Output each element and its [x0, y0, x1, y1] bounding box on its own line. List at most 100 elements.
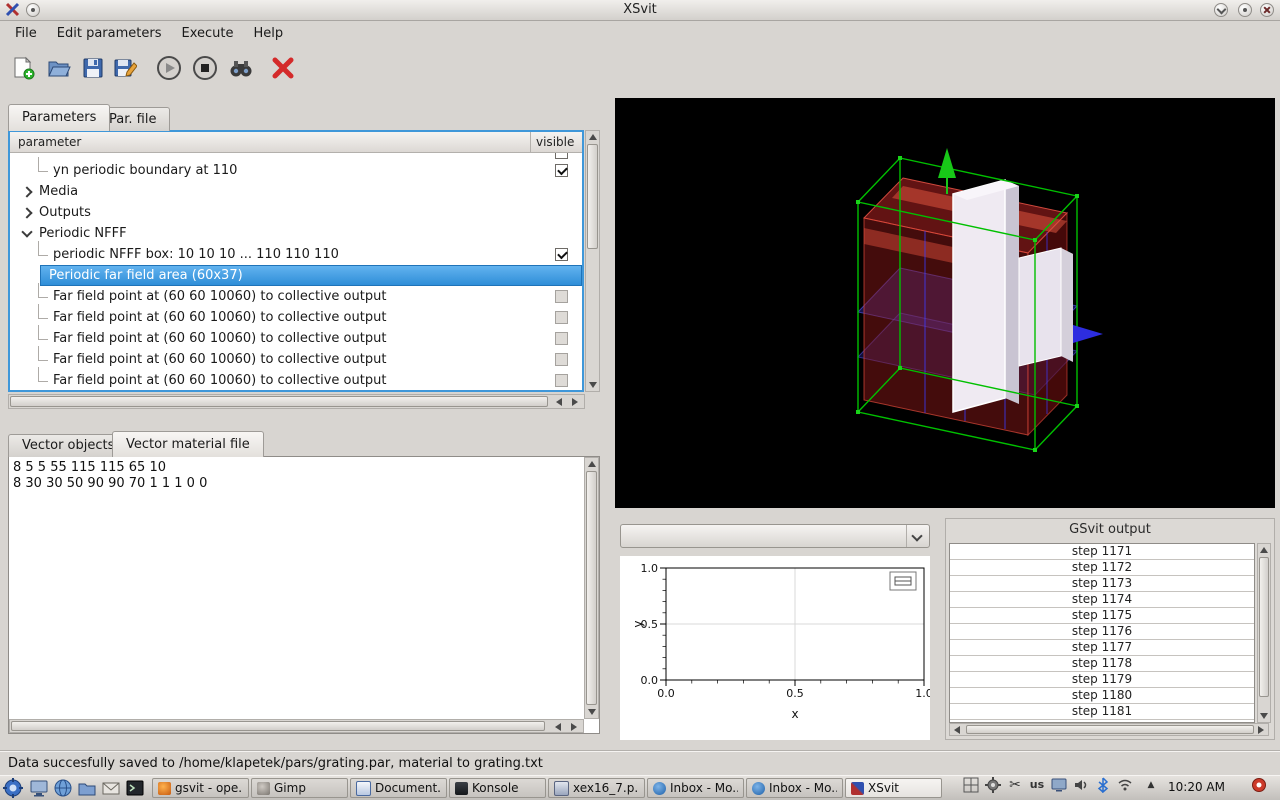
- stop-icon[interactable]: [190, 53, 220, 83]
- scroll-down-icon[interactable]: [1260, 713, 1268, 719]
- tree-hscrollbar-thumb[interactable]: [10, 396, 548, 407]
- tray-wifi-icon[interactable]: [1116, 776, 1134, 794]
- tray-expand-arrow-icon[interactable]: ▲: [1142, 776, 1160, 794]
- output-selector-combobox[interactable]: [620, 524, 930, 548]
- taskbar-button-xex-file[interactable]: xex16_7.p...: [548, 778, 645, 798]
- checkbox-unchecked[interactable]: [555, 374, 568, 387]
- tray-app-icon[interactable]: [1250, 776, 1268, 794]
- show-desktop-icon[interactable]: [29, 778, 49, 798]
- maximize-button[interactable]: [1238, 3, 1252, 17]
- tab-parameters[interactable]: Parameters: [8, 104, 110, 131]
- scroll-right-icon[interactable]: [571, 723, 577, 731]
- tree-hscrollbar[interactable]: [8, 394, 585, 409]
- taskbar-button-gsvit-file[interactable]: gsvit - ope...: [152, 778, 249, 798]
- checkbox-partial[interactable]: [555, 153, 568, 159]
- vector-material-textarea[interactable]: 8 5 5 55 115 115 65 10 8 30 30 50 90 90 …: [8, 456, 600, 734]
- tree-row-selected-far-field-area[interactable]: Periodic far field area (60x37): [40, 265, 582, 286]
- tree-row-media[interactable]: Media: [10, 181, 582, 202]
- menu-edit-parameters[interactable]: Edit parameters: [48, 24, 171, 43]
- kmenu-icon[interactable]: [3, 778, 23, 798]
- tree-row-nfff-box[interactable]: periodic NFFF box: 10 10 10 ... 110 110 …: [10, 244, 582, 265]
- textarea-vscrollbar-thumb[interactable]: [586, 471, 597, 705]
- tree-row-far-field-point[interactable]: Far field point at (60 60 10060) to coll…: [10, 349, 582, 370]
- tray-gear-icon[interactable]: [984, 776, 1002, 794]
- tree-row-label: Media: [39, 184, 78, 199]
- tab-vector-objects[interactable]: Vector objects: [8, 434, 128, 457]
- folder-home-icon[interactable]: [77, 778, 97, 798]
- terminal-icon[interactable]: [125, 778, 145, 798]
- scroll-right-icon[interactable]: [1258, 726, 1264, 734]
- mail-icon[interactable]: [101, 778, 121, 798]
- clock[interactable]: 10:20 AM: [1168, 780, 1225, 794]
- close-quit-icon[interactable]: [268, 53, 298, 83]
- taskbar-button-inbox-1[interactable]: Inbox - Mo...: [647, 778, 744, 798]
- tree-row-far-field-point[interactable]: Far field point at (60 60 10060) to coll…: [10, 370, 582, 391]
- scroll-down-icon[interactable]: [588, 709, 596, 715]
- checkbox-unchecked[interactable]: [555, 290, 568, 303]
- taskbar-button-document[interactable]: Document...: [350, 778, 447, 798]
- scroll-down-icon[interactable]: [589, 382, 597, 388]
- taskbar-button-xsvit[interactable]: XSvit: [845, 778, 942, 798]
- close-button[interactable]: [1260, 3, 1274, 17]
- new-file-icon[interactable]: [8, 53, 38, 83]
- checkbox-checked[interactable]: [555, 248, 568, 261]
- tree-row-far-field-point[interactable]: Far field point at (60 60 10060) to coll…: [10, 286, 582, 307]
- save-as-icon[interactable]: [110, 53, 140, 83]
- scroll-left-icon[interactable]: [954, 726, 960, 734]
- column-parameter[interactable]: parameter: [10, 135, 81, 149]
- 3d-viewport[interactable]: [615, 98, 1275, 508]
- taskbar-button-inbox-2[interactable]: Inbox - Mo...: [746, 778, 843, 798]
- expander-collapsed-icon[interactable]: [21, 207, 32, 218]
- scroll-right-icon[interactable]: [572, 398, 578, 406]
- open-file-icon[interactable]: [44, 53, 74, 83]
- textarea-hscrollbar-thumb[interactable]: [11, 721, 545, 731]
- browser-globe-icon[interactable]: [53, 778, 73, 798]
- scroll-up-icon[interactable]: [589, 134, 597, 140]
- gsvit-vscrollbar[interactable]: [1257, 543, 1271, 723]
- checkbox-unchecked[interactable]: [555, 353, 568, 366]
- tray-grid-icon[interactable]: [962, 776, 980, 794]
- save-icon[interactable]: [78, 53, 108, 83]
- tree-row-outputs[interactable]: Outputs: [10, 202, 582, 223]
- gsvit-output-list[interactable]: step 1171 step 1172 step 1173 step 1174 …: [949, 543, 1255, 723]
- plot-legend-button[interactable]: [890, 572, 916, 590]
- gsvit-hscrollbar[interactable]: [949, 723, 1269, 736]
- column-visible[interactable]: visible: [530, 132, 582, 152]
- tree-row-partial[interactable]: [10, 153, 582, 160]
- output-line: step 1173: [950, 576, 1254, 592]
- tab-vector-material-file[interactable]: Vector material file: [112, 431, 264, 457]
- menu-execute[interactable]: Execute: [172, 24, 242, 43]
- textarea-vscrollbar[interactable]: [584, 457, 599, 719]
- tray-scissors-icon[interactable]: ✂: [1006, 776, 1024, 794]
- tray-volume-icon[interactable]: [1072, 776, 1090, 794]
- keyboard-layout-indicator[interactable]: us: [1028, 776, 1046, 794]
- scroll-up-icon[interactable]: [588, 461, 596, 467]
- taskbar-button-konsole[interactable]: Konsole: [449, 778, 546, 798]
- scroll-left-icon[interactable]: [555, 723, 561, 731]
- checkbox-checked[interactable]: [555, 164, 568, 177]
- tree-row-far-field-point[interactable]: Far field point at (60 60 10060) to coll…: [10, 307, 582, 328]
- scroll-up-icon[interactable]: [1260, 547, 1268, 553]
- scroll-left-icon[interactable]: [556, 398, 562, 406]
- gsvit-hscrollbar-thumb[interactable]: [966, 725, 1254, 734]
- tree-row-periodic-nfff[interactable]: Periodic NFFF: [10, 223, 582, 244]
- checkbox-unchecked[interactable]: [555, 311, 568, 324]
- run-icon[interactable]: [154, 53, 184, 83]
- taskbar-button-gimp[interactable]: Gimp: [251, 778, 348, 798]
- expander-collapsed-icon[interactable]: [21, 186, 32, 197]
- menu-file[interactable]: File: [6, 24, 46, 43]
- expander-expanded-icon[interactable]: [21, 226, 32, 237]
- textarea-hscrollbar[interactable]: [9, 719, 584, 733]
- minimize-button[interactable]: [1214, 3, 1228, 17]
- tree-row-far-field-point[interactable]: Far field point at (60 60 10060) to coll…: [10, 328, 582, 349]
- tray-display-icon[interactable]: [1050, 776, 1068, 794]
- tree-vscrollbar-thumb[interactable]: [587, 144, 598, 249]
- combobox-dropdown-button[interactable]: [906, 525, 929, 547]
- tree-vscrollbar[interactable]: [585, 130, 600, 392]
- checkbox-unchecked[interactable]: [555, 332, 568, 345]
- tray-bluetooth-icon[interactable]: [1094, 776, 1112, 794]
- menu-help[interactable]: Help: [244, 24, 292, 43]
- gsvit-vscrollbar-thumb[interactable]: [1259, 557, 1269, 697]
- preview-binoculars-icon[interactable]: [226, 53, 256, 83]
- tree-row-yn-periodic[interactable]: yn periodic boundary at 110: [10, 160, 582, 181]
